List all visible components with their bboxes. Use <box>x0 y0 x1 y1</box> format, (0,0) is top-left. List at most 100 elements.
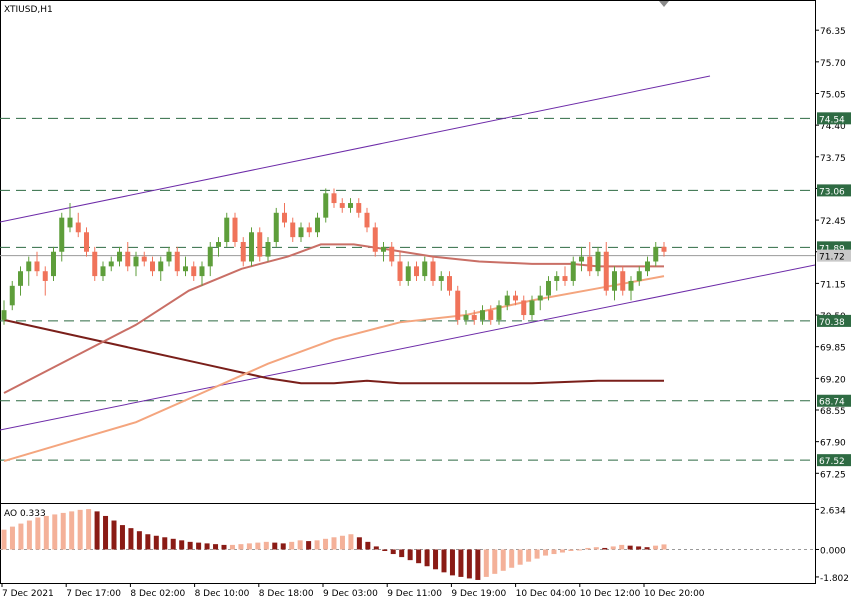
ao-bar <box>153 535 159 550</box>
ao-bar <box>466 549 472 579</box>
ao-bar <box>407 549 413 561</box>
level-label: 73.06 <box>819 187 845 197</box>
ao-bar <box>187 541 193 550</box>
time-tick-label: 9 Dec 11:00 <box>387 589 442 599</box>
candle-body <box>18 271 23 286</box>
candle-body <box>141 256 147 262</box>
candle-body <box>84 232 89 252</box>
ao-bar <box>255 542 261 550</box>
ao-bar <box>492 549 498 574</box>
candle-body <box>133 256 139 267</box>
level-label: 68.74 <box>819 398 845 408</box>
ao-bar <box>543 549 549 556</box>
ao-bar <box>619 544 625 550</box>
candle-body <box>183 266 188 272</box>
candle-body <box>620 271 626 291</box>
candle-body <box>562 276 568 281</box>
candle-body <box>191 266 197 277</box>
price-tick-label: 67.25 <box>820 470 846 480</box>
candle-body <box>496 305 502 320</box>
ao-bar <box>145 534 151 550</box>
level-label: 74.54 <box>819 115 845 125</box>
candle-body <box>51 251 56 277</box>
candle-body <box>298 227 304 238</box>
candle-body <box>422 261 428 277</box>
candle-body <box>75 222 81 233</box>
price-tick-label: 75.05 <box>820 90 846 100</box>
candle-body <box>661 246 667 252</box>
candle-body <box>471 315 477 320</box>
ao-bar <box>348 534 354 550</box>
ao-bar <box>483 549 489 577</box>
candle-body <box>488 310 494 320</box>
ao-bar <box>289 541 295 550</box>
time-tick-label: 8 Dec 02:00 <box>130 589 185 599</box>
current-price-label: 71.72 <box>819 253 845 263</box>
ao-bar <box>136 531 142 550</box>
ao-bar <box>559 549 565 553</box>
ao-bar <box>534 549 540 559</box>
ao-bar <box>653 545 659 550</box>
ao-bar <box>306 541 312 550</box>
candle-body <box>579 256 584 262</box>
time-tick-label: 7 Dec 17:00 <box>66 589 121 599</box>
candle-body <box>339 203 345 208</box>
ao-tick-label: -1.802 <box>820 574 849 584</box>
level-label: 67.52 <box>819 457 845 467</box>
candle-body <box>455 290 461 320</box>
ao-bar <box>475 549 481 580</box>
ao-bar <box>18 523 24 550</box>
candle-body <box>612 271 617 291</box>
time-tick-label: 9 Dec 03:00 <box>323 589 378 599</box>
ma-long-line <box>3 318 664 385</box>
ao-bar <box>9 526 15 550</box>
ao-label: AO 0.333 <box>4 509 46 519</box>
candle-body <box>348 203 353 208</box>
ao-bar <box>213 544 219 550</box>
candle-body <box>529 300 535 316</box>
candle-body <box>108 261 114 267</box>
candle-body <box>59 217 65 252</box>
ao-bar <box>509 549 515 568</box>
chart-area[interactable]: 76.3575.7075.0574.4073.7573.1072.4571.80… <box>0 0 860 601</box>
time-tick-label: 8 Dec 18:00 <box>259 589 314 599</box>
candle-body <box>405 266 411 281</box>
candle-body <box>224 217 230 243</box>
ao-bar <box>568 549 574 551</box>
candle-body <box>381 246 386 252</box>
ao-bar <box>424 549 430 567</box>
candle-body <box>389 246 395 262</box>
candle-body <box>174 251 180 272</box>
candle-body <box>166 251 172 262</box>
candle-body <box>42 271 48 281</box>
ao-bar <box>526 549 532 562</box>
ao-bar <box>179 540 185 550</box>
candle-body <box>438 276 444 281</box>
candle-body <box>290 222 296 238</box>
ao-bar <box>390 549 396 555</box>
ao-bar <box>52 514 58 550</box>
ao-bar <box>69 511 75 550</box>
ao-bar <box>644 547 650 550</box>
ao-bar <box>339 535 345 550</box>
chart-svg: 76.3575.7075.0574.4073.7573.1072.4571.80… <box>0 0 851 599</box>
ao-bar <box>314 540 320 550</box>
ao-bar <box>433 549 439 570</box>
candle-body <box>67 217 73 228</box>
candle-body <box>628 280 634 291</box>
ao-bar <box>610 546 616 550</box>
candle-body <box>315 217 320 233</box>
candle-body <box>645 261 650 272</box>
ao-bar <box>441 549 447 573</box>
candle-body <box>265 242 271 257</box>
price-tick-label: 69.20 <box>820 375 846 385</box>
ao-bar <box>103 515 109 550</box>
ao-bar <box>661 544 667 550</box>
price-tick-label: 73.75 <box>820 154 846 164</box>
candle-body <box>240 242 246 262</box>
chart-title: XTIUSD,H1 <box>4 5 53 15</box>
ao-bar <box>280 543 286 550</box>
candle-body <box>603 251 609 291</box>
ao-bar <box>458 549 464 577</box>
candle-body <box>537 295 543 301</box>
